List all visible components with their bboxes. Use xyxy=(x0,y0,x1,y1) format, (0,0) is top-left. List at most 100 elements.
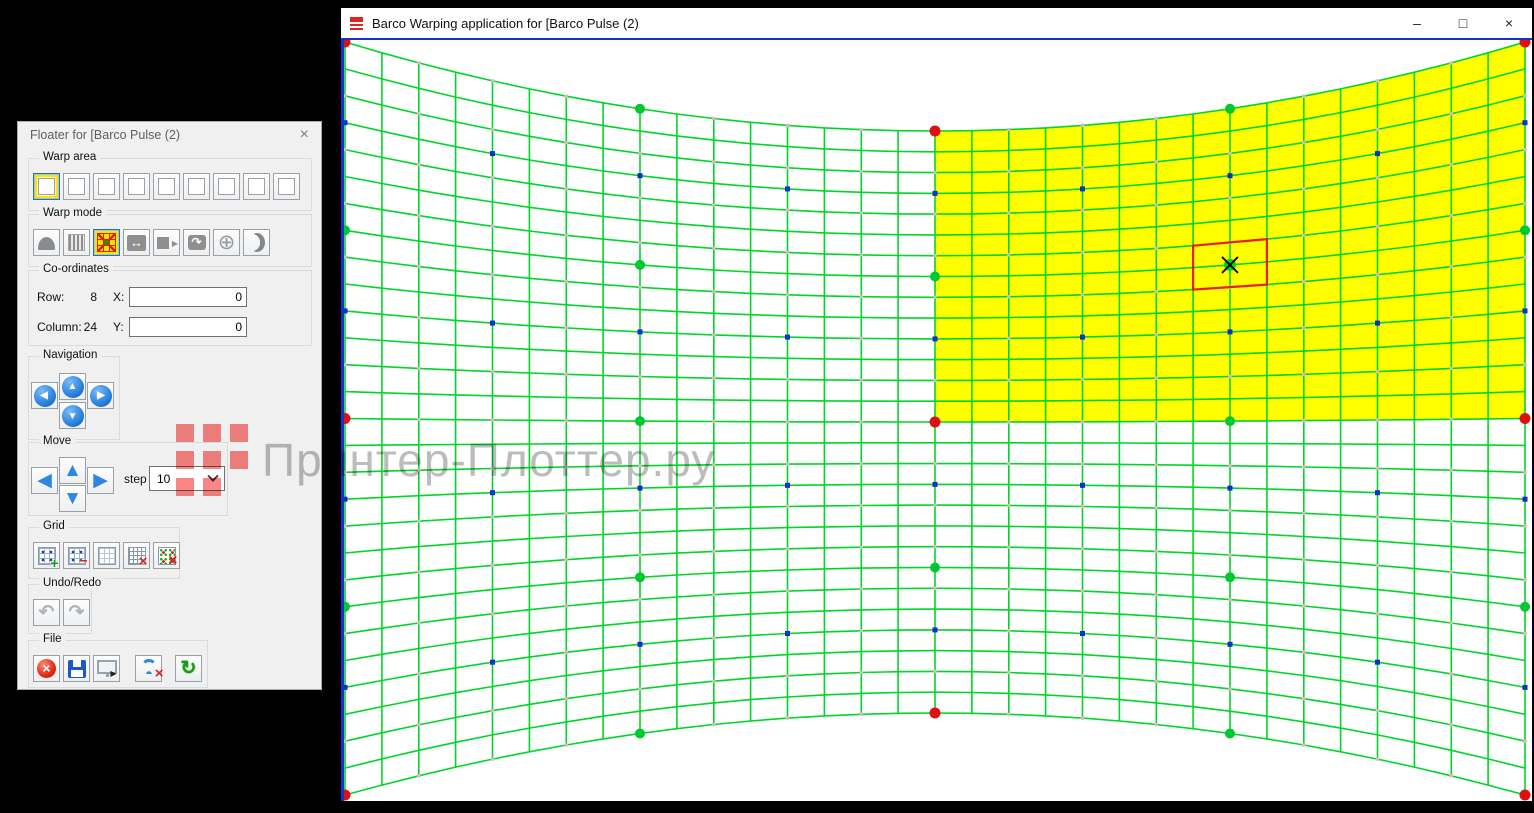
main-window-titlebar[interactable]: Barco Warping application for [Barco Pul… xyxy=(341,8,1532,40)
warp-canvas xyxy=(341,40,1532,801)
area-bottom-half-button[interactable] xyxy=(63,173,90,200)
move-right-icon xyxy=(93,471,108,490)
move-down-button[interactable] xyxy=(59,485,86,512)
coordinates-label: Co-ordinates xyxy=(39,263,113,275)
area-top-half-button[interactable] xyxy=(153,173,180,200)
nav-down-icon xyxy=(62,405,84,427)
file-disconnect-button[interactable] xyxy=(135,655,162,682)
grid-remove-line-button[interactable] xyxy=(63,542,90,569)
move-group: Move step 10 xyxy=(28,442,228,516)
area-top-half-icon xyxy=(158,178,175,195)
close-button[interactable]: × xyxy=(1486,8,1532,38)
y-label: Y: xyxy=(113,320,124,334)
area-left-half-icon xyxy=(98,178,115,195)
file-save-button[interactable] xyxy=(63,655,90,682)
nav-down-button[interactable] xyxy=(59,402,86,429)
undo-redo-buttons xyxy=(33,599,90,626)
area-right-half-icon xyxy=(128,178,145,195)
grid-buttons xyxy=(33,542,180,569)
grid-reset-points-icon xyxy=(158,547,176,565)
mode-center-button[interactable] xyxy=(213,229,240,256)
main-window-title: Barco Warping application for [Barco Pul… xyxy=(372,16,639,31)
mode-keystone-button[interactable] xyxy=(33,229,60,256)
x-label: X: xyxy=(113,290,124,304)
warp-mesh[interactable] xyxy=(344,40,1532,801)
redo-icon xyxy=(69,601,85,624)
nav-right-icon xyxy=(90,385,112,407)
area-quad-bottom-right-icon xyxy=(248,178,265,195)
file-apply-screen-button[interactable] xyxy=(93,655,120,682)
file-save-icon xyxy=(68,660,86,678)
warp-area-group: Warp area xyxy=(28,158,312,211)
area-bottom-half-icon xyxy=(68,178,85,195)
area-quad-bottom-right-button[interactable] xyxy=(243,173,270,200)
grid-show-button[interactable] xyxy=(93,542,120,569)
file-label: File xyxy=(39,633,66,645)
undo-icon xyxy=(39,601,55,624)
grid-reset-points-button[interactable] xyxy=(153,542,180,569)
warp-mode-group: Warp mode xyxy=(28,214,312,267)
grid-delete-icon xyxy=(128,547,146,565)
mode-rotate-icon xyxy=(188,235,206,250)
move-up-button[interactable] xyxy=(59,457,86,484)
floater-titlebar[interactable]: Floater for [Barco Pulse (2) × xyxy=(18,122,321,148)
warp-mode-label: Warp mode xyxy=(39,207,106,219)
redo-button[interactable] xyxy=(63,599,90,626)
coordinates-group: Co-ordinates Row: 8 X: Column: 24 Y: xyxy=(28,270,312,346)
mode-shift-icon xyxy=(157,237,169,249)
area-quad-bottom-left-button[interactable] xyxy=(183,173,210,200)
grid-add-line-icon xyxy=(38,547,56,565)
column-value: 24 xyxy=(69,320,97,334)
area-left-half-button[interactable] xyxy=(93,173,120,200)
move-left-button[interactable] xyxy=(31,467,58,494)
undo-redo-group: Undo/Redo xyxy=(28,584,92,634)
coordinate-row-line: Row: 8 X: xyxy=(29,287,311,308)
mode-stretch-h-icon xyxy=(127,235,146,251)
y-input[interactable] xyxy=(129,317,247,337)
mode-grid-warp-button[interactable] xyxy=(93,229,120,256)
mode-center-icon xyxy=(218,232,236,253)
mode-curvature-button[interactable] xyxy=(243,229,270,256)
warp-area-buttons xyxy=(33,173,300,200)
area-quad-top-left-button[interactable] xyxy=(213,173,240,200)
area-quad-top-right-button[interactable] xyxy=(273,173,300,200)
step-dropdown[interactable]: 10 xyxy=(149,466,225,491)
x-input[interactable] xyxy=(129,287,247,307)
chevron-down-icon xyxy=(207,470,218,481)
step-label: step xyxy=(124,472,147,486)
area-quad-top-left-icon xyxy=(218,178,235,195)
minimize-button[interactable]: – xyxy=(1394,8,1440,38)
grid-remove-line-icon xyxy=(68,547,86,565)
desktop-background: Barco Warping application for [Barco Pul… xyxy=(0,0,1534,813)
file-reload-button[interactable] xyxy=(175,655,202,682)
grid-delete-button[interactable] xyxy=(123,542,150,569)
move-down-icon xyxy=(63,489,82,508)
area-right-half-button[interactable] xyxy=(123,173,150,200)
nav-right-button[interactable] xyxy=(87,382,114,409)
navigation-label: Navigation xyxy=(39,349,101,361)
file-exit-icon xyxy=(37,659,56,678)
undo-button[interactable] xyxy=(33,599,60,626)
floater-close-icon[interactable]: × xyxy=(300,127,309,143)
coordinate-column-line: Column: 24 Y: xyxy=(29,317,311,338)
move-left-icon xyxy=(37,471,52,490)
maximize-button[interactable]: □ xyxy=(1440,8,1486,38)
barco-app-icon xyxy=(350,17,363,30)
move-label: Move xyxy=(39,435,75,447)
file-exit-button[interactable] xyxy=(33,655,60,682)
move-up-icon xyxy=(63,461,82,480)
mode-curvature-icon xyxy=(249,233,265,252)
mode-stretch-h-button[interactable] xyxy=(123,229,150,256)
floater-panel: Floater for [Barco Pulse (2) × Warp area… xyxy=(17,121,322,690)
mode-shift-button[interactable] xyxy=(153,229,180,256)
nav-up-button[interactable] xyxy=(59,373,86,400)
barco-warping-window: Barco Warping application for [Barco Pul… xyxy=(341,8,1532,801)
mode-rotate-button[interactable] xyxy=(183,229,210,256)
area-full-button[interactable] xyxy=(33,173,60,200)
grid-add-line-button[interactable] xyxy=(33,542,60,569)
nav-left-button[interactable] xyxy=(31,382,58,409)
mode-linearity-button[interactable] xyxy=(63,229,90,256)
floater-title: Floater for [Barco Pulse (2) xyxy=(30,128,180,142)
move-right-button[interactable] xyxy=(87,467,114,494)
warp-area-label: Warp area xyxy=(39,151,100,163)
